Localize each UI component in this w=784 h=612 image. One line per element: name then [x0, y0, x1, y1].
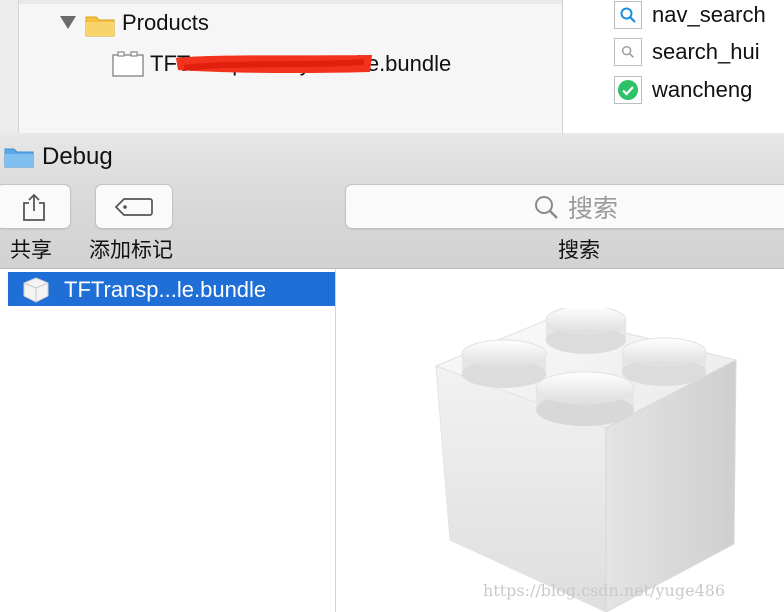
watermark: https://blog.csdn.net/yuge486: [483, 581, 726, 600]
navigator-divider: [19, 0, 562, 4]
search-icon: [614, 1, 642, 29]
add-tag-label: 添加标记: [89, 239, 173, 262]
stud: [545, 308, 627, 354]
file-name: TFTransp...le.bundle: [64, 277, 267, 302]
share-button[interactable]: [0, 184, 71, 229]
search-field[interactable]: 搜索: [345, 184, 784, 229]
disclosure-triangle-icon[interactable]: [60, 16, 76, 29]
window-title: Debug: [42, 143, 113, 170]
products-group-label[interactable]: Products: [122, 10, 209, 36]
asset-item[interactable]: wancheng: [614, 75, 752, 105]
folder-icon: [4, 148, 34, 168]
add-tag-button[interactable]: [95, 184, 173, 229]
asset-item[interactable]: nav_search: [614, 0, 766, 30]
asset-label: nav_search: [652, 2, 766, 27]
search-icon: [614, 38, 642, 66]
bundle-preview-icon: [434, 308, 738, 612]
share-icon: [22, 193, 45, 221]
asset-item[interactable]: search_hui: [614, 37, 760, 67]
title-bar: [0, 133, 784, 181]
search-placeholder: 搜索: [567, 194, 618, 223]
checkmark-icon: [614, 76, 642, 104]
share-label: 共享: [10, 239, 52, 262]
search-icon: [534, 195, 558, 219]
editor-gutter: [0, 0, 19, 133]
asset-label: search_hui: [652, 39, 760, 64]
bundle-icon: [23, 277, 49, 303]
bundle-file-icon: [112, 51, 144, 77]
file-column: [8, 269, 336, 612]
search-label: 搜索: [558, 239, 600, 262]
asset-label: wancheng: [652, 77, 753, 102]
tag-icon: [115, 197, 153, 216]
redaction-scribble: [176, 55, 372, 74]
folder-icon: [85, 16, 115, 37]
